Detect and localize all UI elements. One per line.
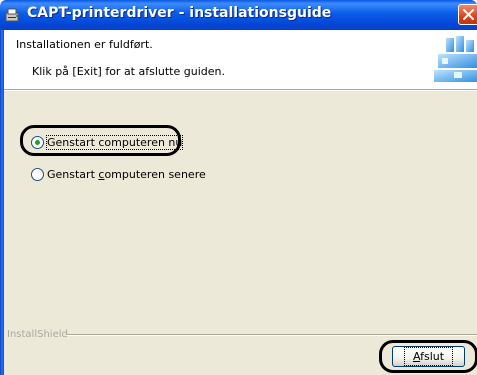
highlight-circle-finish [379,340,477,373]
close-icon [463,9,474,20]
installshield-brand: InstallShield [7,329,68,340]
restart-later-radio[interactable] [31,167,44,181]
restart-later-label-part: Genstart [47,167,99,181]
close-button[interactable] [458,4,477,25]
restart-later-label-rest: omputeren senere [104,167,206,181]
header-status-text: Installationen er fuldført. [16,38,153,51]
window-title: CAPT-printerdriver - installationsguide [27,5,332,21]
installer-app-icon [5,8,19,22]
title-bar[interactable]: CAPT-printerdriver - installationsguide [0,0,477,30]
highlight-circle-restart [20,125,181,156]
restart-later-label[interactable]: Genstart computeren senere [47,168,206,181]
restart-later-option[interactable]: Genstart computeren senere [31,166,206,182]
header-instruction-text: Klik på [Exit] for at afslutte guiden. [32,65,225,78]
installer-window: CAPT-printerdriver - installationsguide … [0,0,477,375]
footer-divider [66,334,477,336]
printer-graphic-icon [434,36,477,82]
header-panel: Installationen er fuldført. Klik på [Exi… [4,30,477,89]
